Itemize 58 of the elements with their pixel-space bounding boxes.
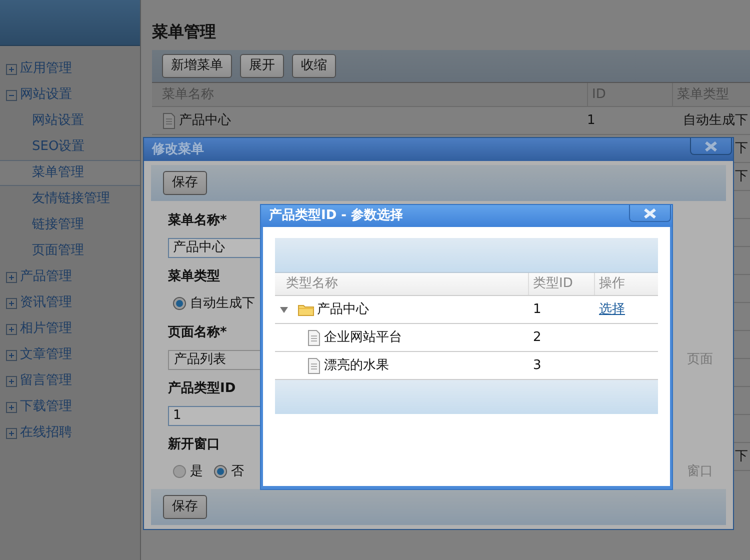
close-icon — [704, 140, 718, 152]
sidebar-subitem[interactable]: 页面管理 — [0, 238, 140, 264]
table-cell: 下 — [735, 448, 748, 464]
sidebar-subitem[interactable]: 网站设置 — [0, 108, 140, 134]
sidebar-item[interactable]: 资讯管理 — [0, 290, 140, 316]
toolbar-button[interactable]: 收缩 — [292, 54, 336, 78]
page-title: 菜单管理 — [152, 21, 217, 43]
column-header: 类型名称 — [285, 275, 339, 294]
select-link[interactable]: 选择 — [599, 302, 625, 317]
field-label: 菜单名称* — [168, 212, 227, 230]
sidebar-subitem[interactable]: 链接管理 — [0, 212, 140, 238]
document-icon — [162, 112, 176, 128]
toolbar-button[interactable]: 展开 — [240, 54, 284, 78]
collapse-arrow-icon[interactable] — [279, 306, 289, 314]
close-button[interactable] — [629, 205, 671, 222]
folder-icon — [298, 303, 314, 316]
dialog-title: 产品类型ID - 参数选择 — [269, 206, 404, 226]
table-cell: 3 — [533, 358, 542, 373]
dialog-title: 修改菜单 — [152, 140, 204, 159]
table-cell-text: 产品中心 — [179, 112, 231, 130]
toolbar-button[interactable]: 新增菜单 — [162, 54, 232, 78]
radio-option[interactable]: 否 — [214, 462, 244, 482]
sidebar-item[interactable]: 文章管理 — [0, 342, 140, 368]
document-icon — [307, 330, 321, 346]
close-icon — [643, 208, 657, 218]
table-cell: 下 — [735, 140, 748, 156]
field-text: 页面 — [687, 350, 713, 369]
sidebar-item[interactable]: 产品管理 — [0, 264, 140, 290]
sidebar-item[interactable]: 下载管理 — [0, 394, 140, 420]
radio-option[interactable]: 自动生成下 — [173, 294, 255, 314]
sidebar-item[interactable]: 在线招聘 — [0, 420, 140, 446]
close-button[interactable] — [690, 138, 732, 155]
field-label: 菜单类型 — [168, 268, 220, 286]
sidebar-subitem[interactable]: SEO设置 — [0, 134, 140, 160]
field-text: 窗口 — [687, 462, 713, 481]
table-cell: 2 — [533, 330, 542, 345]
sidebar-item[interactable]: 留言管理 — [0, 368, 140, 394]
sidebar-subitem[interactable]: 友情链接管理 — [0, 186, 140, 212]
table-cell: 1 — [587, 112, 596, 128]
sidebar-item[interactable]: 应用管理 — [0, 56, 140, 82]
sidebar-item[interactable]: 相片管理 — [0, 316, 140, 342]
tree-item[interactable]: 企业网站平台 — [324, 328, 402, 348]
sidebar-item[interactable]: 网站设置 — [0, 82, 140, 108]
save-button[interactable]: 保存 — [163, 171, 207, 195]
save-button[interactable]: 保存 — [163, 495, 207, 519]
tree-item[interactable]: 产品中心 — [317, 300, 369, 320]
sidebar-subitem[interactable]: 菜单管理 — [0, 160, 140, 186]
column-header: 操作 — [594, 273, 658, 295]
tree-item[interactable]: 漂亮的水果 — [324, 356, 389, 376]
table-cell: 下 — [735, 168, 748, 184]
radio-option[interactable]: 是 — [173, 462, 203, 482]
table-cell: 1 — [533, 302, 542, 317]
field-label: 新开窗口 — [168, 436, 220, 454]
column-header: 类型ID — [528, 273, 594, 295]
field-label: 页面名称* — [168, 324, 227, 342]
document-icon — [307, 358, 321, 374]
field-label: 产品类型ID — [168, 380, 236, 398]
table-cell: 自动生成下 — [683, 112, 748, 128]
